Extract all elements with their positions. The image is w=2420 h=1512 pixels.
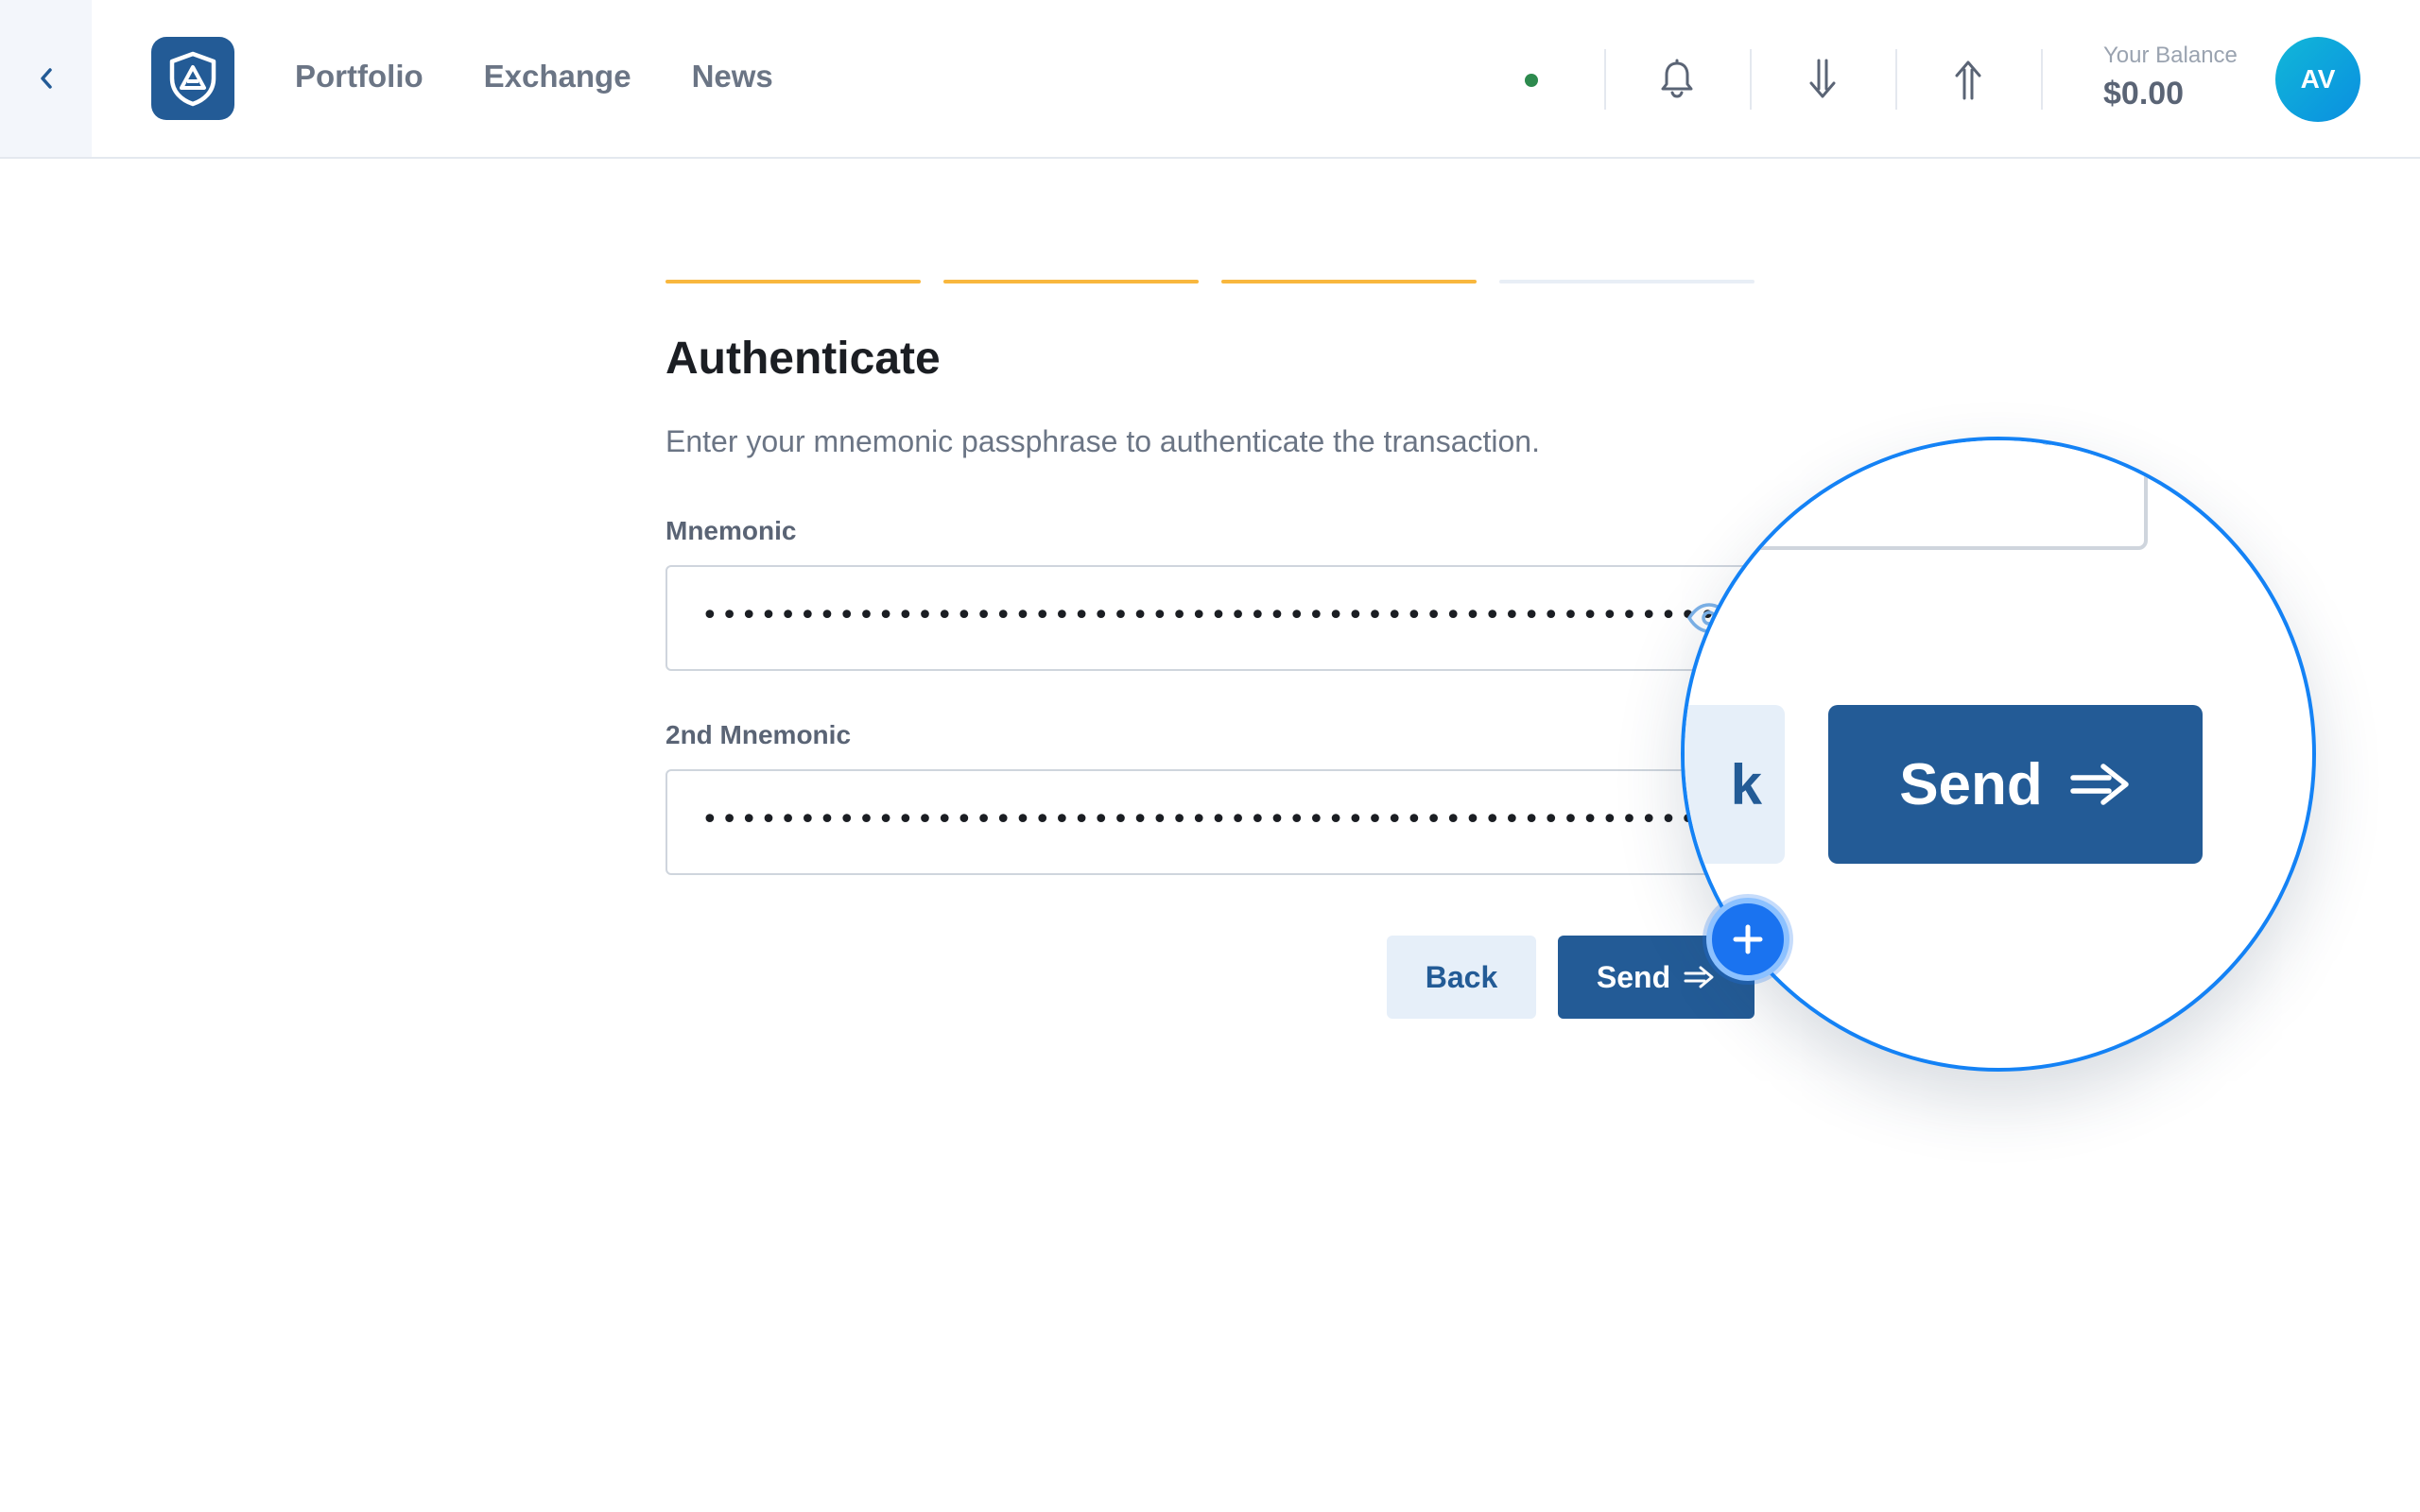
main-nav: Portfolio Exchange News <box>295 59 773 94</box>
magnified-back-label: k <box>1730 752 1762 816</box>
arrow-up-icon <box>1955 60 1981 100</box>
mnemonic-label: Mnemonic <box>666 516 797 545</box>
progress-step-1 <box>666 280 921 284</box>
avatar[interactable]: AV <box>2275 37 2360 122</box>
progress-step-3 <box>1221 280 1477 284</box>
nav-exchange[interactable]: Exchange <box>484 59 631 94</box>
top-header: Portfolio Exchange News Your Balance $0.… <box>0 0 2420 159</box>
magnified-send-button: Send <box>1828 705 2203 864</box>
mnemonic-input[interactable]: ••••••••••••••••••••••••••••••••••••••••… <box>666 565 1753 671</box>
back-nav-button[interactable] <box>0 0 92 157</box>
progress-step-2 <box>943 280 1199 284</box>
bell-icon <box>1661 59 1693 98</box>
arrow-down-icon <box>1809 59 1836 98</box>
send-nav-button[interactable] <box>1940 51 1996 108</box>
second-mnemonic-label: 2nd Mnemonic <box>666 720 852 749</box>
progress-step-4 <box>1499 280 1754 284</box>
magnified-send-label: Send <box>1899 751 2043 817</box>
plus-icon <box>1733 924 1763 954</box>
mnemonic-value: ••••••••••••••••••••••••••••••••••••••••… <box>701 599 1753 632</box>
nav-portfolio[interactable]: Portfolio <box>295 59 424 94</box>
magnified-back-button: k <box>1685 705 1785 864</box>
back-button-label: Back <box>1425 959 1498 994</box>
divider <box>2041 49 2043 110</box>
page-description: Enter your mnemonic passphrase to authen… <box>666 424 1540 458</box>
page-title: Authenticate <box>666 334 941 384</box>
divider <box>1604 49 1606 110</box>
double-arrow-right-icon <box>1684 966 1714 988</box>
magnified-mnemonic-input: ••••••• <box>1685 440 2148 550</box>
nav-news[interactable]: News <box>692 59 773 94</box>
send-button-label: Send <box>1596 959 1671 994</box>
balance-value: $0.00 <box>2103 76 2185 112</box>
divider <box>1750 49 1752 110</box>
zoom-magnifier: ••••••• k Send <box>1681 437 2316 1072</box>
back-button[interactable]: Back <box>1387 936 1536 1019</box>
shield-logo-icon <box>169 51 216 107</box>
connection-status-indicator <box>1525 74 1538 87</box>
eye-icon <box>2034 440 2068 446</box>
balance-label: Your Balance <box>2103 43 2238 68</box>
second-mnemonic-value: ••••••••••••••••••••••••••••••••••••••••… <box>701 803 1753 836</box>
second-mnemonic-input[interactable]: ••••••••••••••••••••••••••••••••••••••••… <box>666 769 1753 875</box>
chevron-left-icon <box>40 68 52 89</box>
app-logo[interactable] <box>151 37 234 120</box>
magnified-eye-button <box>2014 440 2089 453</box>
zoom-badge <box>1706 898 1789 981</box>
divider <box>1895 49 1897 110</box>
double-arrow-right-icon <box>2070 764 2129 805</box>
magnified-dots: ••••••• <box>1736 440 2023 448</box>
receive-button[interactable] <box>1794 51 1851 108</box>
notifications-button[interactable] <box>1649 51 1705 108</box>
